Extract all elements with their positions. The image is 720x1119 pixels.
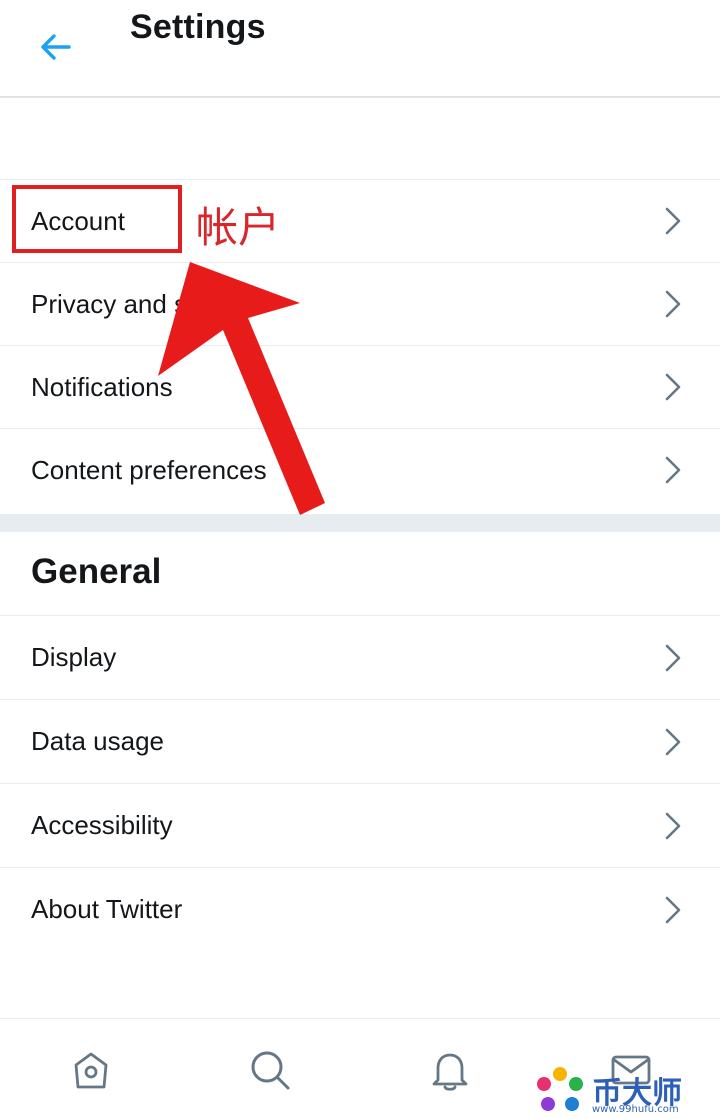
- settings-item-display[interactable]: Display: [0, 615, 720, 699]
- general-settings-list: Display Data usage Accessibility About T…: [0, 615, 720, 951]
- chevron-right-icon: [665, 290, 681, 318]
- section-divider: [0, 514, 720, 532]
- home-icon: [74, 1052, 108, 1089]
- settings-item-notifications[interactable]: Notifications: [0, 345, 720, 428]
- settings-item-label: Data usage: [31, 726, 164, 756]
- chevron-right-icon: [665, 728, 681, 755]
- settings-item-about-twitter[interactable]: About Twitter: [0, 867, 720, 951]
- top-spacer: [0, 98, 720, 180]
- header: Settings: [0, 0, 720, 98]
- annotation-label: 帐户: [196, 203, 281, 252]
- chevron-right-icon: [665, 207, 681, 235]
- settings-item-content-preferences[interactable]: Content preferences: [0, 428, 720, 511]
- settings-item-label: About Twitter: [31, 894, 183, 924]
- settings-item-data-usage[interactable]: Data usage: [0, 699, 720, 783]
- watermark: 币大师 www.99hufu.com: [532, 1064, 720, 1118]
- settings-item-label: Account: [31, 205, 125, 236]
- account-settings-list: Account Privacy and safety Notifications…: [0, 179, 720, 511]
- settings-item-label: Content preferences: [31, 454, 267, 485]
- chevron-right-icon: [665, 456, 681, 484]
- nav-notifications-button[interactable]: [425, 1045, 475, 1095]
- settings-item-label: Notifications: [31, 371, 173, 402]
- chevron-right-icon: [665, 373, 681, 401]
- section-heading-general: General: [31, 552, 162, 591]
- watermark-url: www.99hufu.com: [592, 1104, 679, 1115]
- search-icon: [251, 1051, 290, 1090]
- chevron-right-icon: [665, 896, 681, 923]
- nav-home-button[interactable]: [66, 1045, 116, 1095]
- settings-item-account[interactable]: Account: [0, 179, 720, 262]
- chevron-right-icon: [665, 644, 681, 671]
- settings-item-label: Privacy and safety: [31, 288, 244, 319]
- back-button[interactable]: [28, 22, 82, 72]
- notifications-icon: [432, 1053, 468, 1091]
- settings-item-privacy[interactable]: Privacy and safety: [0, 262, 720, 345]
- settings-item-accessibility[interactable]: Accessibility: [0, 783, 720, 867]
- settings-item-label: Display: [31, 642, 117, 672]
- flower-logo-icon: [537, 1067, 583, 1111]
- page-title: Settings: [130, 8, 266, 46]
- back-arrow-icon: [41, 34, 71, 60]
- nav-search-button[interactable]: [245, 1045, 295, 1095]
- chevron-right-icon: [665, 812, 681, 839]
- settings-item-label: Accessibility: [31, 810, 173, 840]
